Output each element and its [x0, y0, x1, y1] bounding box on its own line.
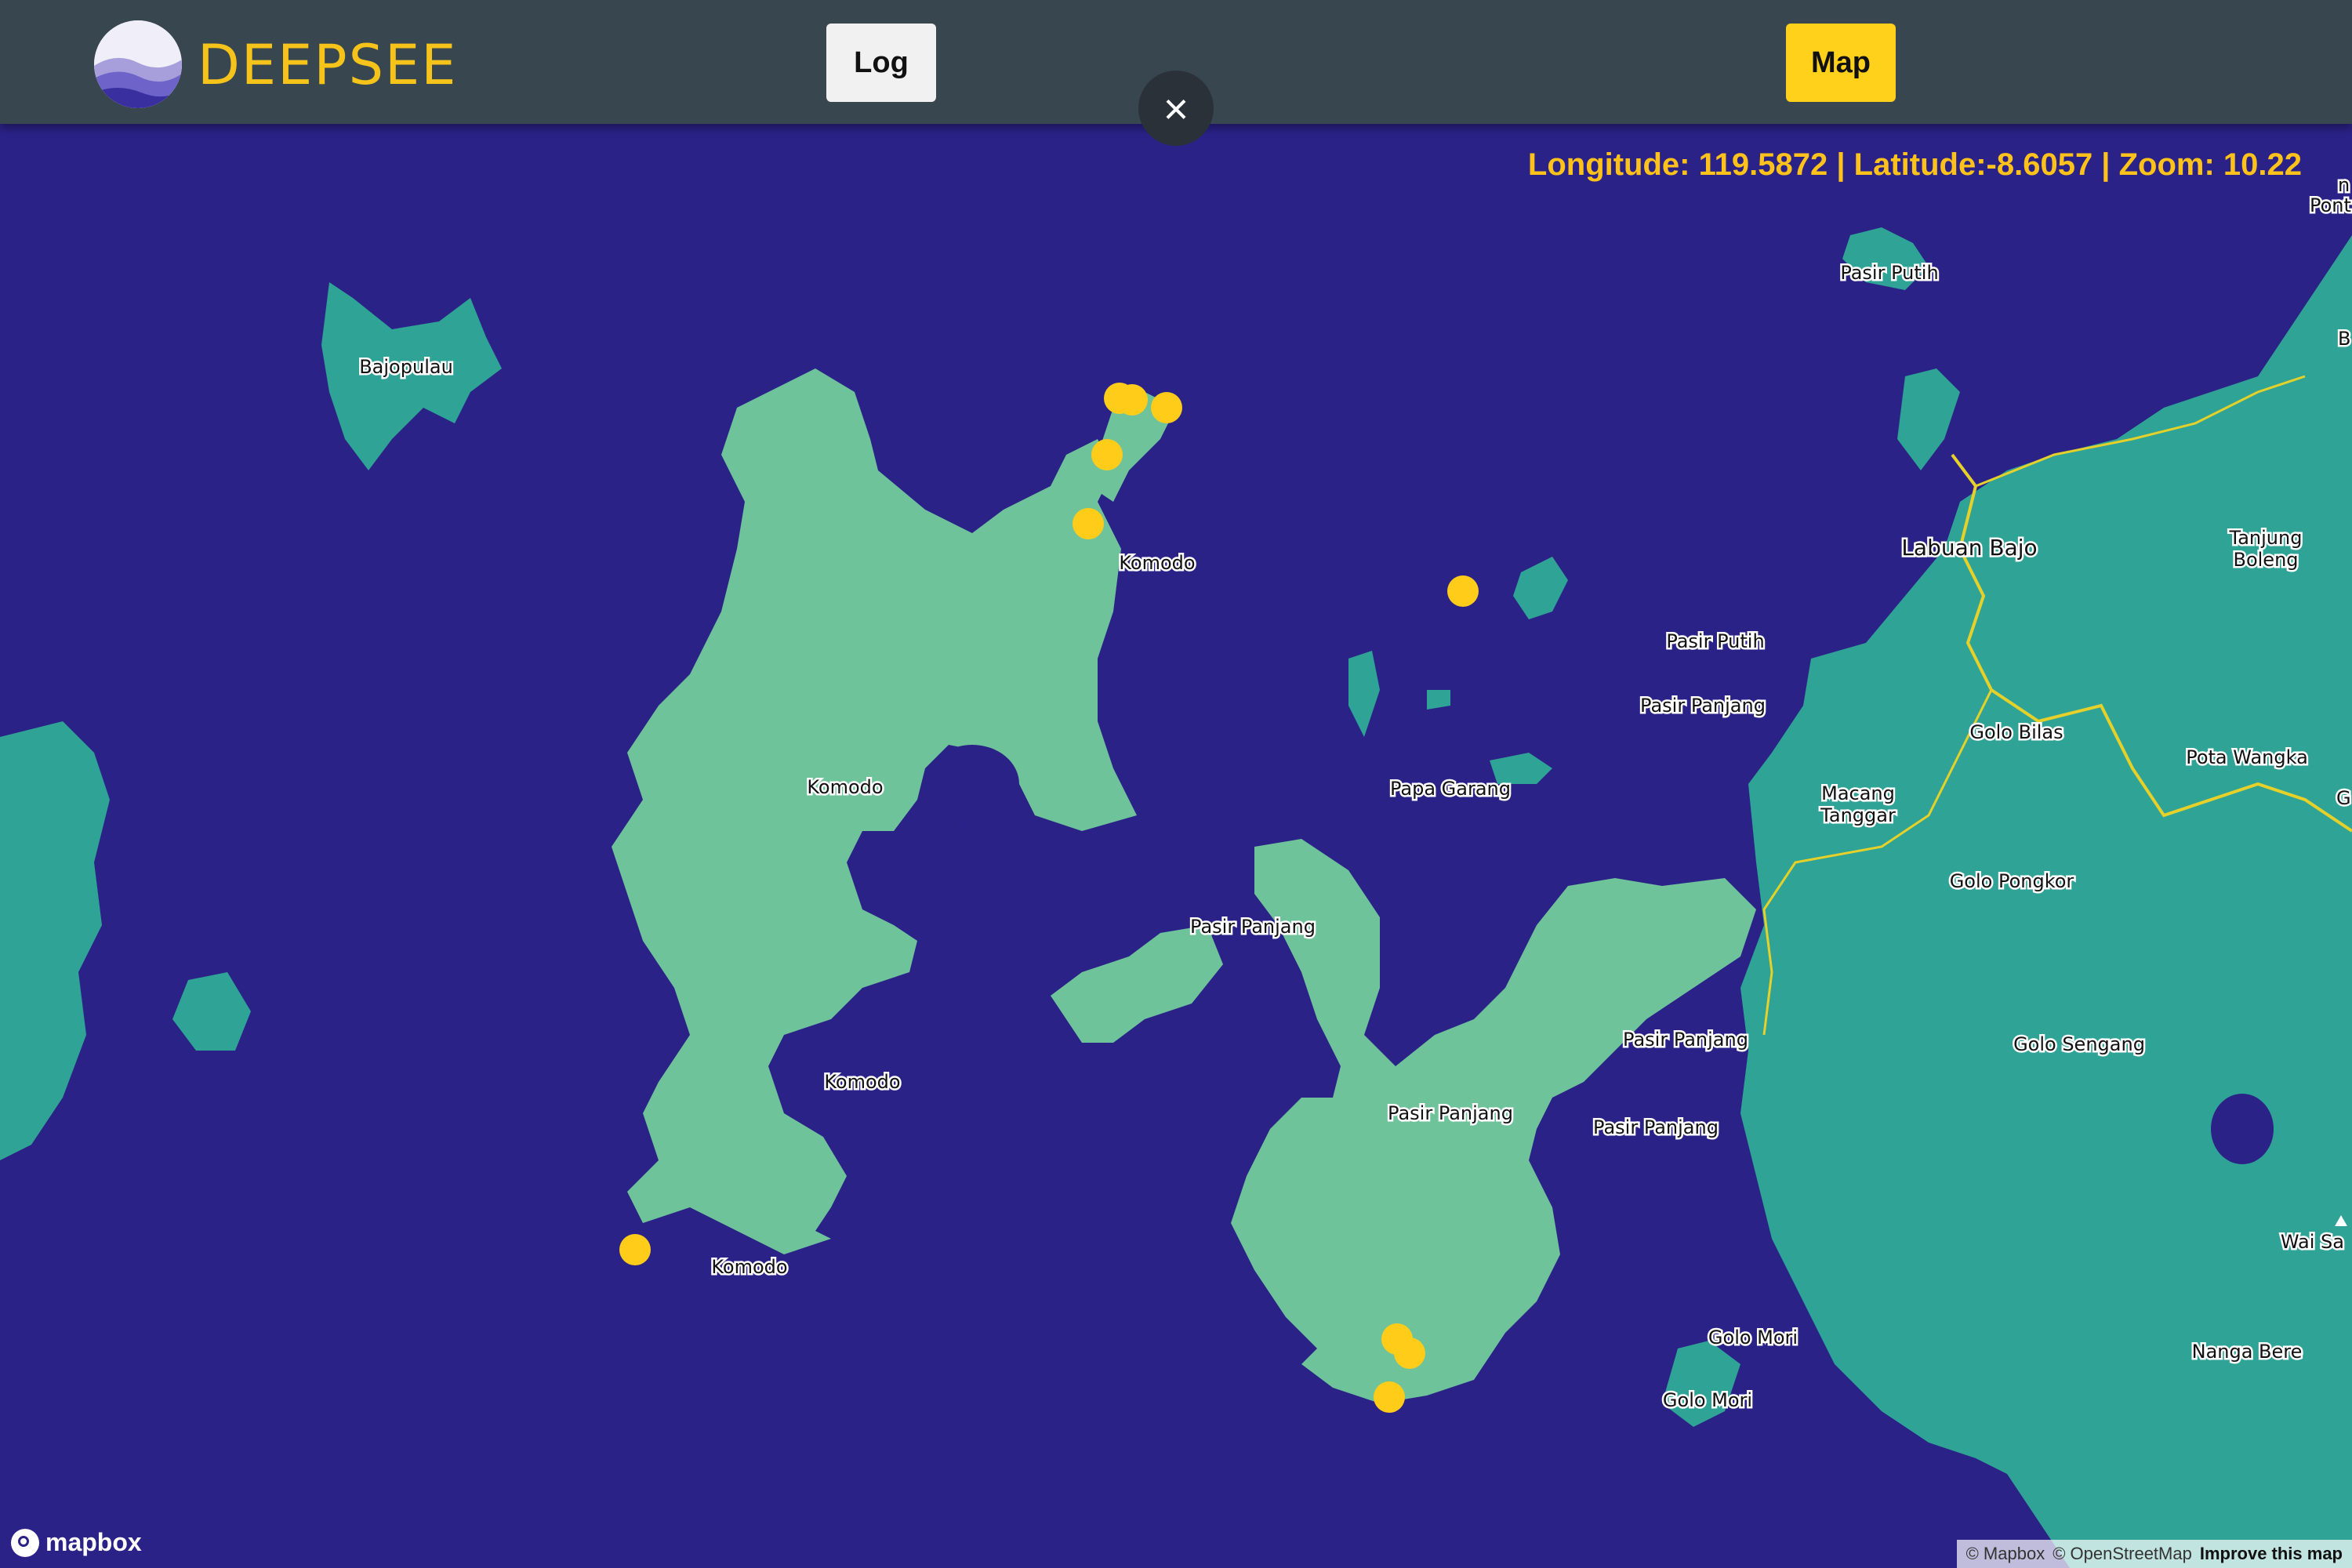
- place-label-pasir-putih-1: Pasir Putih: [1840, 262, 1938, 284]
- place-label-pont: Pont: [2310, 194, 2351, 216]
- deepsee-logo[interactable]: [94, 20, 182, 108]
- improve-map-link[interactable]: Improve this map: [2200, 1544, 2343, 1564]
- island-gili-2: [1427, 690, 1450, 710]
- place-label-pasir-panjang-2: Pasir Panjang: [1190, 916, 1316, 938]
- place-label-golo-sengang: Golo Sengang: [2013, 1033, 2145, 1055]
- dive-marker[interactable]: [1116, 384, 1148, 416]
- lake: [2211, 1094, 2274, 1164]
- place-label-pasir-panjang-3: Pasir Panjang: [1388, 1102, 1513, 1124]
- place-label-komodo-north: Komodo: [1119, 552, 1195, 574]
- place-label-wai-sa: Wai Sa: [2281, 1231, 2344, 1253]
- place-label-komodo-south: Komodo: [824, 1071, 900, 1093]
- mapbox-logo[interactable]: mapbox: [11, 1528, 142, 1557]
- place-label-nanga-bere: Nanga Bere: [2192, 1341, 2303, 1363]
- close-icon: ×: [1163, 83, 1189, 133]
- place-label-bajopulau: Bajopulau: [359, 356, 453, 378]
- place-label-golo-mori-1: Golo Mori: [1708, 1327, 1798, 1348]
- place-label-edge-n: n: [2338, 174, 2350, 196]
- place-label-pasir-panjang-5: Pasir Panjang: [1593, 1116, 1719, 1138]
- island-north-labuan: [1897, 368, 1960, 470]
- dive-marker[interactable]: [1374, 1381, 1405, 1413]
- dive-marker[interactable]: [1073, 508, 1104, 539]
- island-komodo: [612, 368, 1137, 1254]
- place-label-papa-garang: Papa Garang: [1390, 778, 1511, 800]
- place-label-tanggar: Tanggar: [1820, 804, 1896, 826]
- map-button[interactable]: Map: [1786, 24, 1896, 102]
- dive-marker[interactable]: [1151, 392, 1182, 423]
- place-label-pasir-putih-2: Pasir Putih: [1666, 630, 1764, 652]
- island-small-west: [172, 972, 251, 1051]
- place-label-golo-mori-2: Golo Mori: [1663, 1389, 1752, 1411]
- land-mainland: [1740, 235, 2352, 1568]
- place-label-macang: Macang: [1821, 782, 1895, 804]
- place-label-pota-wangka: Pota Wangka: [2186, 746, 2308, 768]
- mapbox-icon: [11, 1528, 39, 1557]
- coordinates-readout: Longitude: 119.5872 | Latitude:-8.6057 |…: [1527, 147, 2302, 182]
- dive-marker[interactable]: [1447, 575, 1479, 607]
- place-label-labuan-bajo: Labuan Bajo: [1901, 535, 2037, 561]
- mapbox-wordmark: mapbox: [45, 1528, 142, 1556]
- place-label-komodo-central: Komodo: [807, 776, 883, 798]
- dive-marker[interactable]: [619, 1234, 651, 1265]
- map-canvas[interactable]: Bajopulau Komodo Komodo Komodo Komodo Pa…: [0, 124, 2352, 1568]
- dive-marker[interactable]: [1394, 1338, 1425, 1369]
- island-golo-mori: [1662, 1341, 1740, 1427]
- place-label-tanjung: Tanjung: [2229, 527, 2303, 549]
- island-rinca-west: [1051, 925, 1223, 1043]
- attribution-osm[interactable]: © OpenStreetMap: [2053, 1544, 2192, 1564]
- log-button[interactable]: Log: [826, 24, 936, 102]
- island-gili-3: [1348, 651, 1380, 737]
- dive-marker[interactable]: [1091, 439, 1123, 470]
- land-west-edge: [0, 721, 110, 1160]
- island-gili-1: [1513, 557, 1568, 619]
- place-label-komodo-sw: Komodo: [711, 1256, 787, 1278]
- place-label-golo-pongkor: Golo Pongkor: [1950, 870, 2074, 892]
- place-label-edge-g: G: [2336, 787, 2351, 809]
- attribution-mapbox[interactable]: © Mapbox: [1966, 1544, 2045, 1564]
- place-label-pasir-panjang-1: Pasir Panjang: [1640, 695, 1766, 717]
- bay-komodo: [925, 745, 1019, 823]
- place-label-edge-b: B: [2338, 328, 2350, 350]
- map-attribution: © Mapbox © OpenStreetMap Improve this ma…: [1956, 1540, 2352, 1568]
- brand-name: DEEPSEE: [198, 33, 458, 97]
- close-button[interactable]: ×: [1138, 71, 1214, 146]
- place-label-boleng: Boleng: [2233, 549, 2298, 571]
- place-label-pasir-panjang-4: Pasir Panjang: [1623, 1029, 1748, 1051]
- place-label-golo-bilas: Golo Bilas: [1969, 721, 2063, 743]
